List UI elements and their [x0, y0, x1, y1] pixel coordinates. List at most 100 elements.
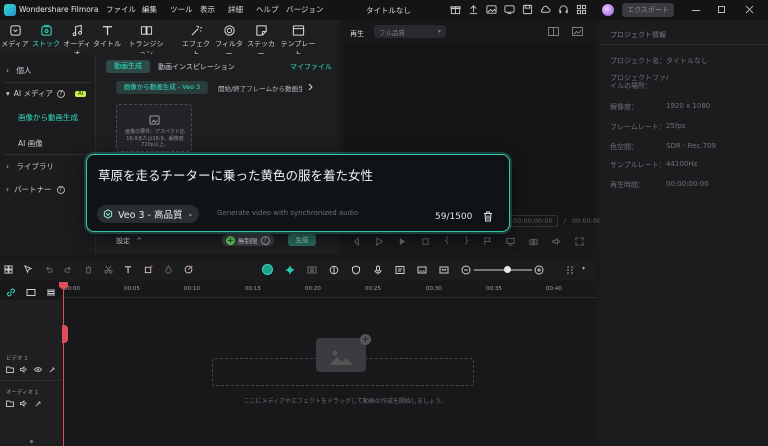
- add-track-icon[interactable]: [26, 288, 36, 297]
- folder-icon[interactable]: [6, 400, 14, 407]
- close-icon[interactable]: [745, 5, 754, 14]
- snapshot-icon[interactable]: [572, 27, 583, 36]
- stop-icon[interactable]: [421, 237, 430, 246]
- trash-icon[interactable]: [483, 211, 493, 222]
- shield-icon[interactable]: [351, 264, 361, 275]
- prop-label-duration: 再生時間：: [610, 181, 645, 189]
- flag-icon[interactable]: [483, 236, 492, 246]
- tool-title[interactable]: タイトル: [92, 22, 122, 49]
- menu-version[interactable]: バージョン: [286, 4, 323, 15]
- chevron-down-icon[interactable]: ▾: [582, 265, 585, 272]
- camera-icon[interactable]: [529, 237, 539, 246]
- zoom-slider[interactable]: [474, 266, 532, 273]
- sidebar-item-personal[interactable]: › 個人: [6, 65, 31, 76]
- color-match-icon[interactable]: [329, 265, 339, 275]
- sidebar-item-ai-image[interactable]: AI 画像: [18, 138, 43, 149]
- eye-icon[interactable]: [34, 366, 42, 373]
- volume-icon[interactable]: [552, 237, 561, 246]
- fit-icon[interactable]: [439, 265, 449, 275]
- help-icon[interactable]: ?: [56, 89, 65, 98]
- subtitle-icon[interactable]: [417, 265, 427, 275]
- quality-select[interactable]: フル品質 ▾: [374, 25, 446, 38]
- monitor-icon[interactable]: [506, 237, 516, 246]
- play-icon[interactable]: [398, 237, 407, 246]
- redo-icon[interactable]: [64, 265, 73, 274]
- lock-icon[interactable]: [48, 366, 56, 373]
- ai-prompt-box[interactable]: 草原を走るチーターに乗った黄色の服を着た女性 Veo 3 - 高品質 ⌄ Gen…: [86, 154, 510, 232]
- text-tool-icon[interactable]: [124, 265, 133, 274]
- menu-view[interactable]: 表示: [200, 4, 228, 15]
- zoom-out-icon[interactable]: [461, 265, 471, 275]
- menu-file[interactable]: ファイル: [106, 4, 142, 15]
- upload-icon[interactable]: [468, 4, 479, 15]
- image-upload-area[interactable]: 画像の要件：アスペクト比 16:9または16:9、解像度720p以上。: [116, 104, 192, 152]
- menu-help[interactable]: ヘルプ: [256, 4, 286, 15]
- mark-in-icon[interactable]: {: [444, 236, 450, 246]
- snap-icon[interactable]: [285, 265, 295, 275]
- zoom-in-icon[interactable]: [534, 265, 544, 275]
- play-back-icon[interactable]: [375, 236, 384, 246]
- tab-video-inspiration[interactable]: 動画インスピレーション: [158, 62, 235, 72]
- ai-audio-icon[interactable]: [262, 264, 273, 275]
- screen-icon[interactable]: [504, 4, 515, 15]
- more-options-icon[interactable]: [566, 265, 574, 275]
- subtab-image-to-video-veo3[interactable]: 画像から動画生成 - Veo 3: [116, 81, 208, 94]
- tab-video-generate[interactable]: 動画生成: [106, 60, 150, 73]
- voiceover-icon[interactable]: [395, 265, 405, 275]
- color-icon[interactable]: [164, 265, 173, 274]
- layout-icon[interactable]: [4, 265, 13, 274]
- fullscreen-icon[interactable]: [575, 236, 585, 246]
- minimize-icon[interactable]: [692, 10, 700, 11]
- headset-icon[interactable]: [558, 4, 569, 15]
- compare-icon[interactable]: [548, 27, 559, 36]
- tool-stock[interactable]: ストック: [31, 22, 61, 49]
- export-button[interactable]: エクスポート: [622, 3, 674, 17]
- help-icon[interactable]: ?: [260, 235, 270, 245]
- sidebar-item-image-to-video[interactable]: 画像から動画生成: [18, 112, 78, 123]
- playhead[interactable]: [63, 282, 64, 446]
- track-manager-icon[interactable]: [46, 288, 56, 297]
- help-icon[interactable]: ?: [56, 185, 65, 194]
- chevron-right-icon[interactable]: [307, 83, 314, 91]
- crop-icon[interactable]: [144, 265, 153, 274]
- maximize-icon[interactable]: [718, 6, 725, 13]
- cloud-icon[interactable]: [540, 4, 551, 15]
- avatar[interactable]: [602, 4, 614, 16]
- my-file-link[interactable]: マイファイル: [290, 62, 332, 72]
- gift-icon[interactable]: [450, 4, 461, 15]
- menu-tools[interactable]: ツール: [170, 4, 200, 15]
- folder-icon[interactable]: [6, 366, 14, 373]
- link-icon[interactable]: [6, 288, 16, 297]
- lock-icon[interactable]: [34, 400, 42, 407]
- select-tool-icon[interactable]: [24, 265, 33, 274]
- render-icon[interactable]: [307, 265, 317, 275]
- settings-toggle[interactable]: 設定 ^: [116, 236, 142, 246]
- sidebar-item-partner[interactable]: › パートナー ?: [6, 184, 65, 195]
- speed-icon[interactable]: [184, 265, 193, 274]
- model-select[interactable]: Veo 3 - 高品質 ⌄: [97, 205, 200, 223]
- zoom-slider-thumb[interactable]: [504, 266, 511, 273]
- unlimited-badge[interactable]: + 無制限 ?: [222, 234, 274, 246]
- tool-media[interactable]: メディア: [0, 22, 30, 49]
- picture-icon[interactable]: [486, 4, 497, 15]
- save-icon[interactable]: [522, 4, 533, 15]
- subtab-start-end-frame[interactable]: 開始/終了フレームから動画生: [218, 83, 302, 93]
- mute-icon[interactable]: [20, 366, 28, 373]
- prompt-textarea[interactable]: 草原を走るチーターに乗った黄色の服を着た女性: [98, 165, 498, 184]
- prop-value-location: /: [666, 74, 669, 82]
- microphone-icon[interactable]: [373, 265, 383, 275]
- delete-icon[interactable]: [84, 265, 93, 274]
- menu-edit[interactable]: 編集: [142, 4, 170, 15]
- sidebar-item-library[interactable]: › ライブラリ: [6, 161, 54, 172]
- grid-icon[interactable]: [576, 4, 587, 15]
- undo-icon[interactable]: [44, 265, 53, 274]
- resize-handle[interactable]: [30, 440, 33, 443]
- mark-out-icon[interactable]: }: [464, 236, 470, 246]
- mute-icon[interactable]: [20, 400, 28, 407]
- menu-advanced[interactable]: 詳細: [228, 4, 256, 15]
- generate-button[interactable]: 生成: [288, 234, 316, 246]
- scissors-icon[interactable]: [104, 265, 113, 274]
- time-ruler[interactable]: [62, 282, 596, 298]
- prev-frame-icon[interactable]: [352, 236, 361, 246]
- sidebar-item-ai-media[interactable]: ▾ AI メディア ? AI: [6, 88, 87, 99]
